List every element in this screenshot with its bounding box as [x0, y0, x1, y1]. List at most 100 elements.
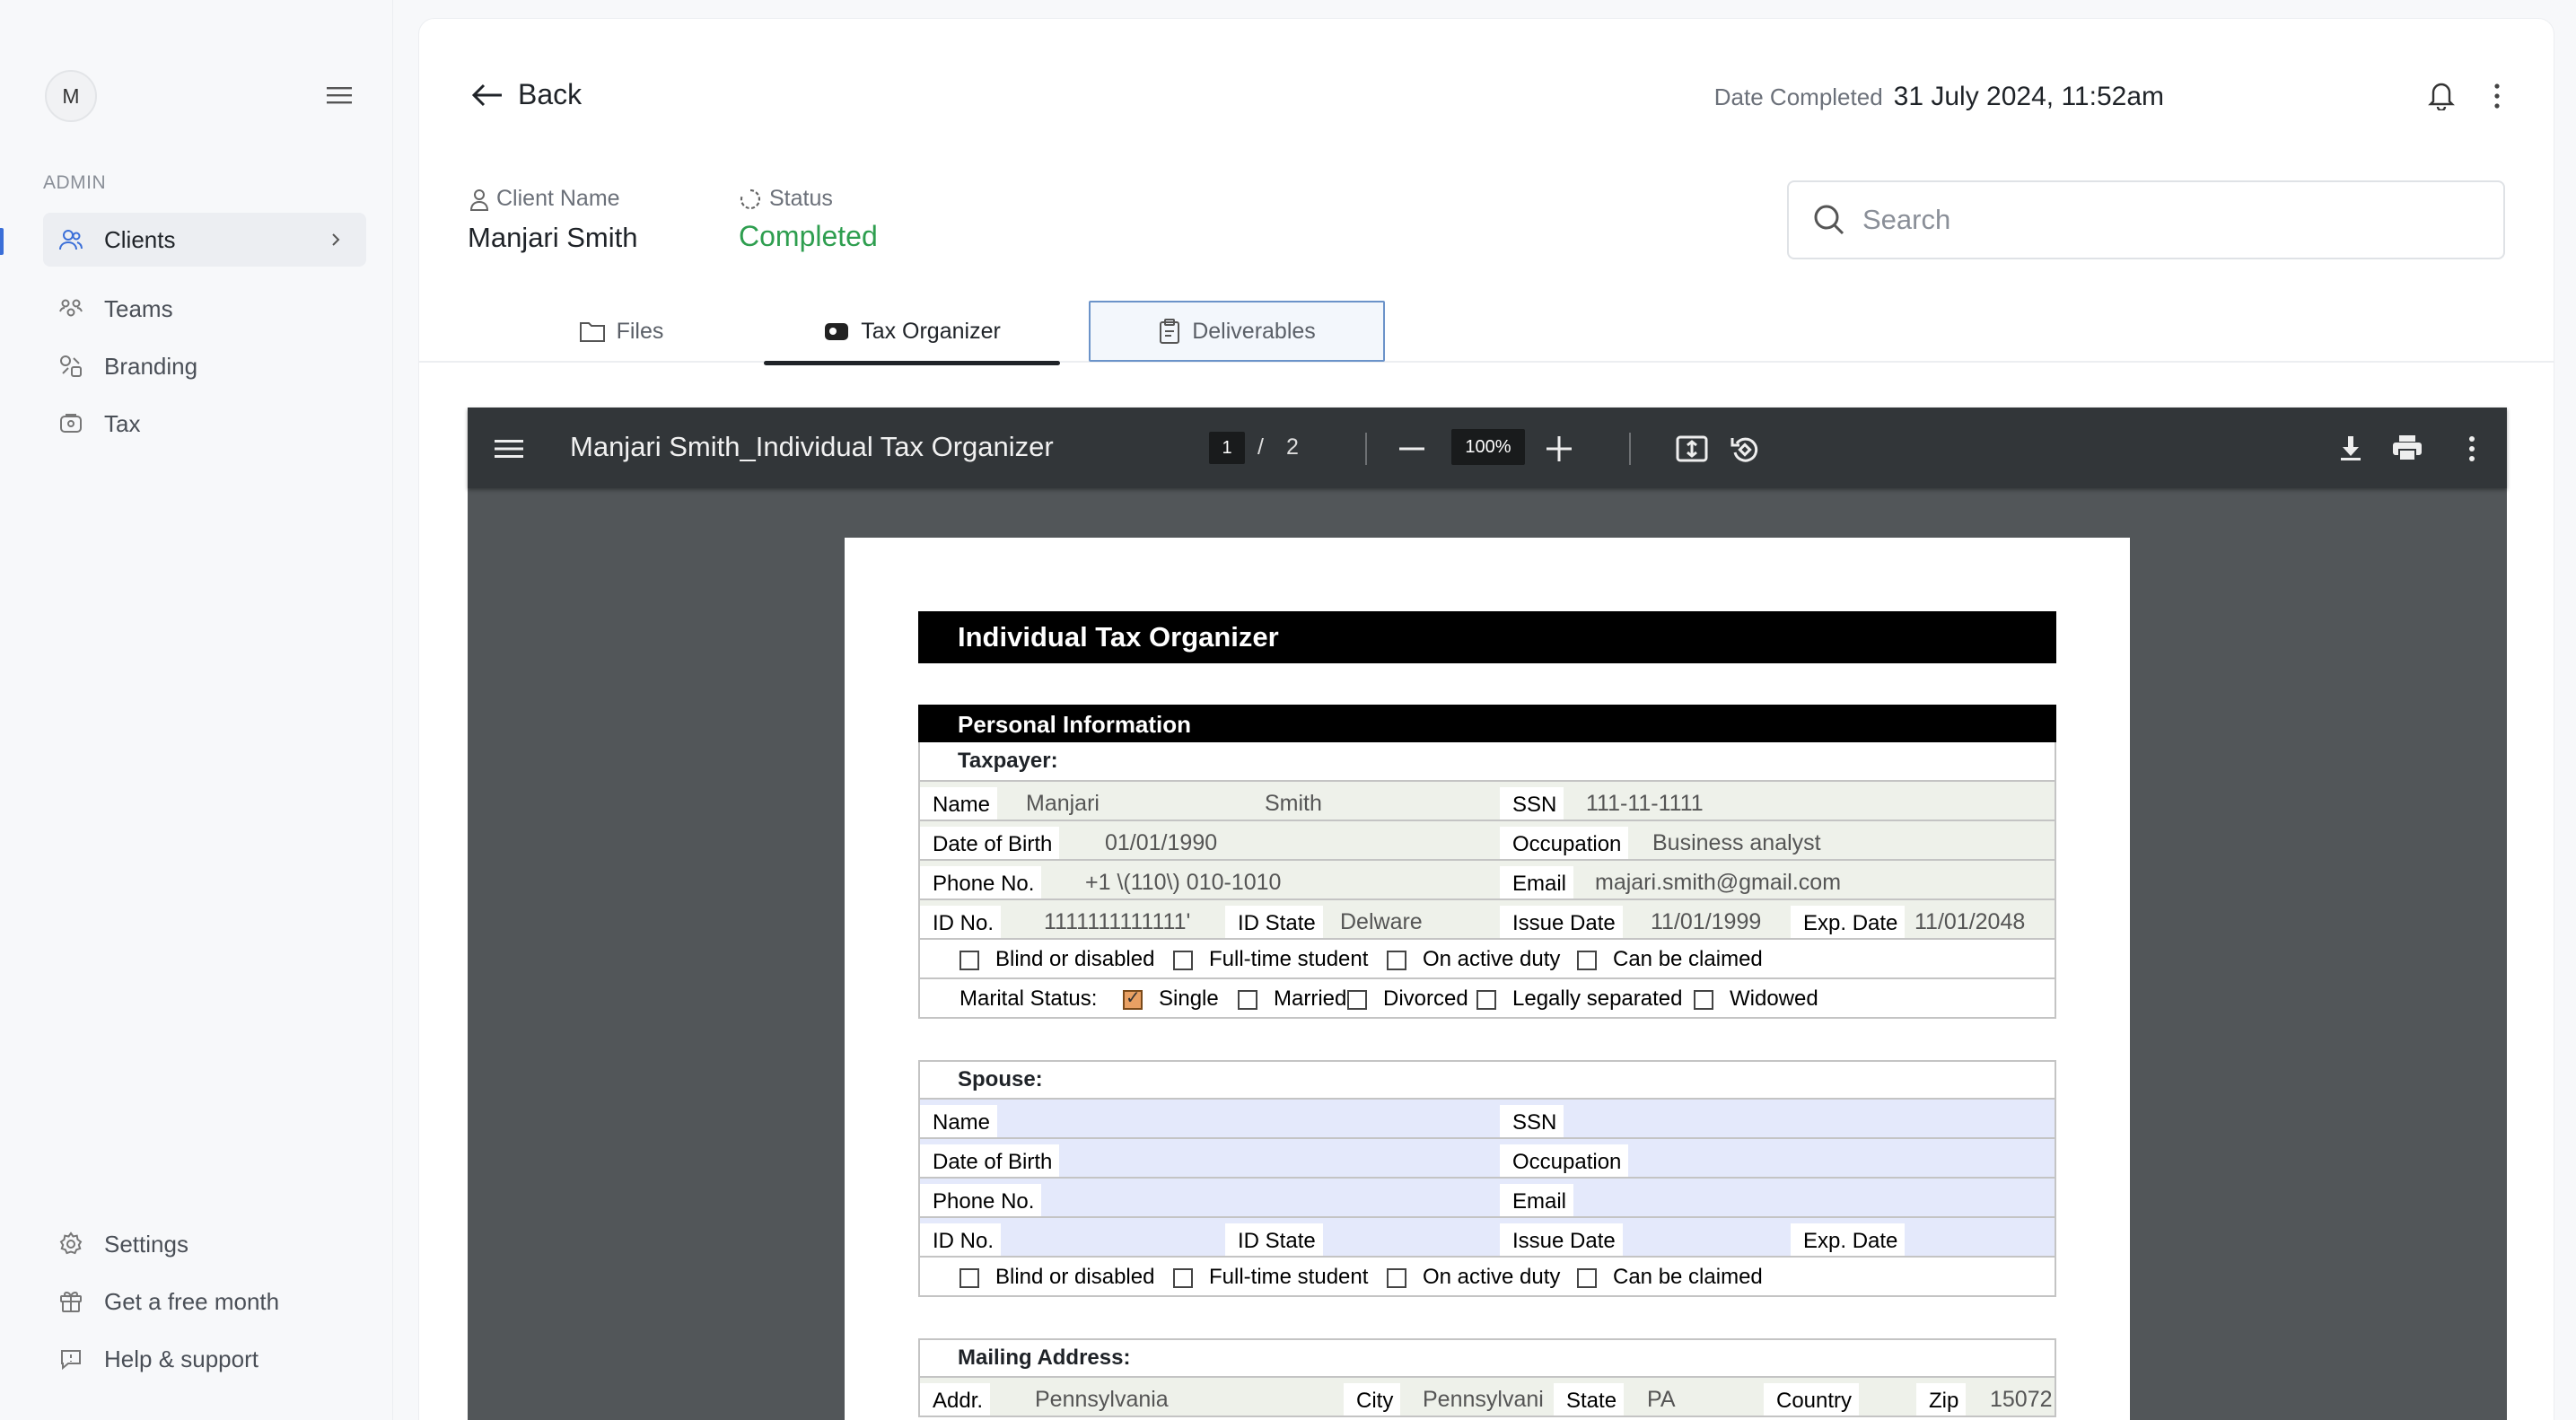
field-label: Zip	[1916, 1383, 1967, 1416]
avatar[interactable]: M	[45, 70, 97, 122]
checkbox[interactable]	[1238, 990, 1257, 1010]
sidebar-item-label: Settings	[104, 1230, 188, 1258]
page-separator: /	[1257, 434, 1264, 460]
teams-icon	[57, 295, 84, 322]
section-label-admin: ADMIN	[43, 172, 107, 193]
checkbox-label: On active duty	[1423, 947, 1561, 971]
zoom-out-icon[interactable]	[1398, 436, 1426, 461]
sidebar: M ADMIN Clients Teams Branding Tax Setti…	[0, 0, 393, 1420]
section-heading-personal: Personal Information	[918, 705, 2056, 744]
field-label: State	[1554, 1383, 1625, 1416]
marital-label: Marital Status:	[959, 986, 1098, 1011]
sidebar-item-tax[interactable]: Tax	[43, 397, 366, 451]
tab-tax-organizer[interactable]: Tax Organizer	[764, 301, 1060, 365]
sidebar-item-free-month[interactable]: Get a free month	[43, 1275, 366, 1328]
taxpayer-heading: Taxpayer:	[918, 742, 2056, 782]
mailing-heading: Mailing Address:	[918, 1338, 2056, 1378]
clipboard-icon	[1160, 319, 1180, 344]
id-state-field[interactable]: Delware	[1340, 909, 1423, 935]
search-input[interactable]	[1862, 204, 2401, 236]
tab-files[interactable]: Files	[554, 301, 688, 362]
active-indicator	[0, 228, 4, 255]
menu-icon[interactable]	[495, 438, 523, 460]
zip-field[interactable]: 15072	[1990, 1387, 2053, 1413]
more-vert-icon[interactable]	[2467, 434, 2476, 463]
rotate-icon[interactable]	[1730, 434, 1760, 465]
zoom-in-icon[interactable]	[1545, 434, 1573, 463]
first-name-field[interactable]: Manjari	[1026, 791, 1100, 817]
sidebar-item-label: Teams	[104, 294, 173, 322]
checkbox-checked[interactable]	[1123, 986, 1143, 1010]
field-label: ID State	[1225, 906, 1323, 938]
sidebar-item-label: Help & support	[104, 1345, 258, 1372]
state-field[interactable]: PA	[1647, 1387, 1676, 1413]
issue-date-field[interactable]: 11/01/1999	[1651, 909, 1761, 935]
pdf-title: Manjari Smith_Individual Tax Organizer	[570, 431, 1054, 462]
taxpayer-dob-row: Date of Birth 01/01/1990 Occupation Busi…	[918, 821, 2056, 861]
ssn-field[interactable]: 111-11-1111	[1586, 791, 1704, 817]
checkbox[interactable]	[959, 1268, 979, 1288]
sidebar-item-label: Tax	[104, 409, 141, 437]
arrow-left-icon	[471, 83, 502, 106]
city-field[interactable]: Pennsylvani	[1423, 1387, 1544, 1413]
checkbox[interactable]	[1173, 951, 1193, 970]
print-icon[interactable]	[2392, 434, 2423, 461]
field-label: Email	[1500, 866, 1574, 898]
checkbox-label: Can be claimed	[1613, 947, 1763, 971]
sidebar-item-settings[interactable]: Settings	[43, 1217, 366, 1271]
field-label: Issue Date	[1500, 1223, 1623, 1256]
exp-date-field[interactable]: 11/01/2048	[1914, 909, 2025, 935]
fit-page-icon[interactable]	[1676, 434, 1708, 463]
pdf-viewer[interactable]: Manjari Smith_Individual Tax Organizer 1…	[468, 408, 2507, 1420]
checkbox[interactable]	[1173, 1268, 1193, 1288]
bell-icon[interactable]	[2428, 80, 2455, 110]
checkbox-label: Blind or disabled	[995, 947, 1155, 971]
field-label: ID No.	[920, 906, 1002, 938]
sidebar-item-help[interactable]: Help & support	[43, 1332, 366, 1386]
field-label: Phone No.	[920, 1184, 1042, 1216]
field-label: Addr.	[920, 1383, 991, 1416]
occupation-field[interactable]: Business analyst	[1652, 830, 1821, 856]
checkbox[interactable]	[1694, 990, 1713, 1010]
status-label: Status	[739, 186, 833, 212]
sidebar-item-teams[interactable]: Teams	[43, 282, 366, 336]
zoom-level-input[interactable]: 100%	[1451, 429, 1525, 465]
id-number-field[interactable]: 1111111111111'	[1044, 909, 1190, 935]
taxpayer-checks-row: Blind or disabled Full-time student On a…	[918, 940, 2056, 979]
checkbox[interactable]	[1347, 990, 1367, 1010]
search-bar[interactable]	[1787, 180, 2505, 259]
field-label: Exp. Date	[1791, 1223, 1906, 1256]
field-label: ID No.	[920, 1223, 1002, 1256]
menu-icon[interactable]	[327, 86, 352, 104]
checkbox-label: Divorced	[1383, 986, 1468, 1011]
checkbox[interactable]	[959, 951, 979, 970]
toolbar-divider	[1629, 433, 1631, 465]
checkbox[interactable]	[1387, 951, 1406, 970]
download-icon[interactable]	[2338, 434, 2363, 461]
spouse-id-row: ID No. ID State Issue Date Exp. Date	[918, 1218, 2056, 1258]
address-field[interactable]: Pennsylvania	[1035, 1387, 1169, 1413]
sidebar-item-clients[interactable]: Clients	[43, 213, 366, 267]
page-number-input[interactable]: 1	[1209, 432, 1245, 464]
phone-field[interactable]: +1 \(110\) 010-1010	[1085, 870, 1281, 896]
field-label: City	[1344, 1383, 1401, 1416]
email-field[interactable]: majari.smith@gmail.com	[1595, 870, 1841, 896]
dob-field[interactable]: 01/01/1990	[1105, 830, 1217, 856]
back-button[interactable]: Back	[469, 78, 582, 111]
checkbox[interactable]	[1387, 1268, 1406, 1288]
field-label: Email	[1500, 1184, 1574, 1216]
mailing-address-row: Addr. Pennsylvania City Pennsylvani Stat…	[918, 1378, 2056, 1417]
checkbox[interactable]	[1476, 990, 1496, 1010]
checkbox[interactable]	[1577, 1268, 1597, 1288]
last-name-field[interactable]: Smith	[1265, 791, 1322, 817]
checkbox[interactable]	[1577, 951, 1597, 970]
tab-deliverables[interactable]: Deliverables	[1089, 301, 1385, 362]
loader-icon	[740, 188, 761, 209]
branding-icon	[57, 353, 84, 380]
chevron-right-icon	[332, 233, 340, 246]
sidebar-item-branding[interactable]: Branding	[43, 339, 366, 393]
date-completed-label: Date Completed	[1713, 83, 1883, 110]
more-vert-icon[interactable]	[2493, 82, 2502, 110]
checkbox-label: On active duty	[1423, 1265, 1561, 1289]
checkbox-label: Blind or disabled	[995, 1265, 1155, 1289]
